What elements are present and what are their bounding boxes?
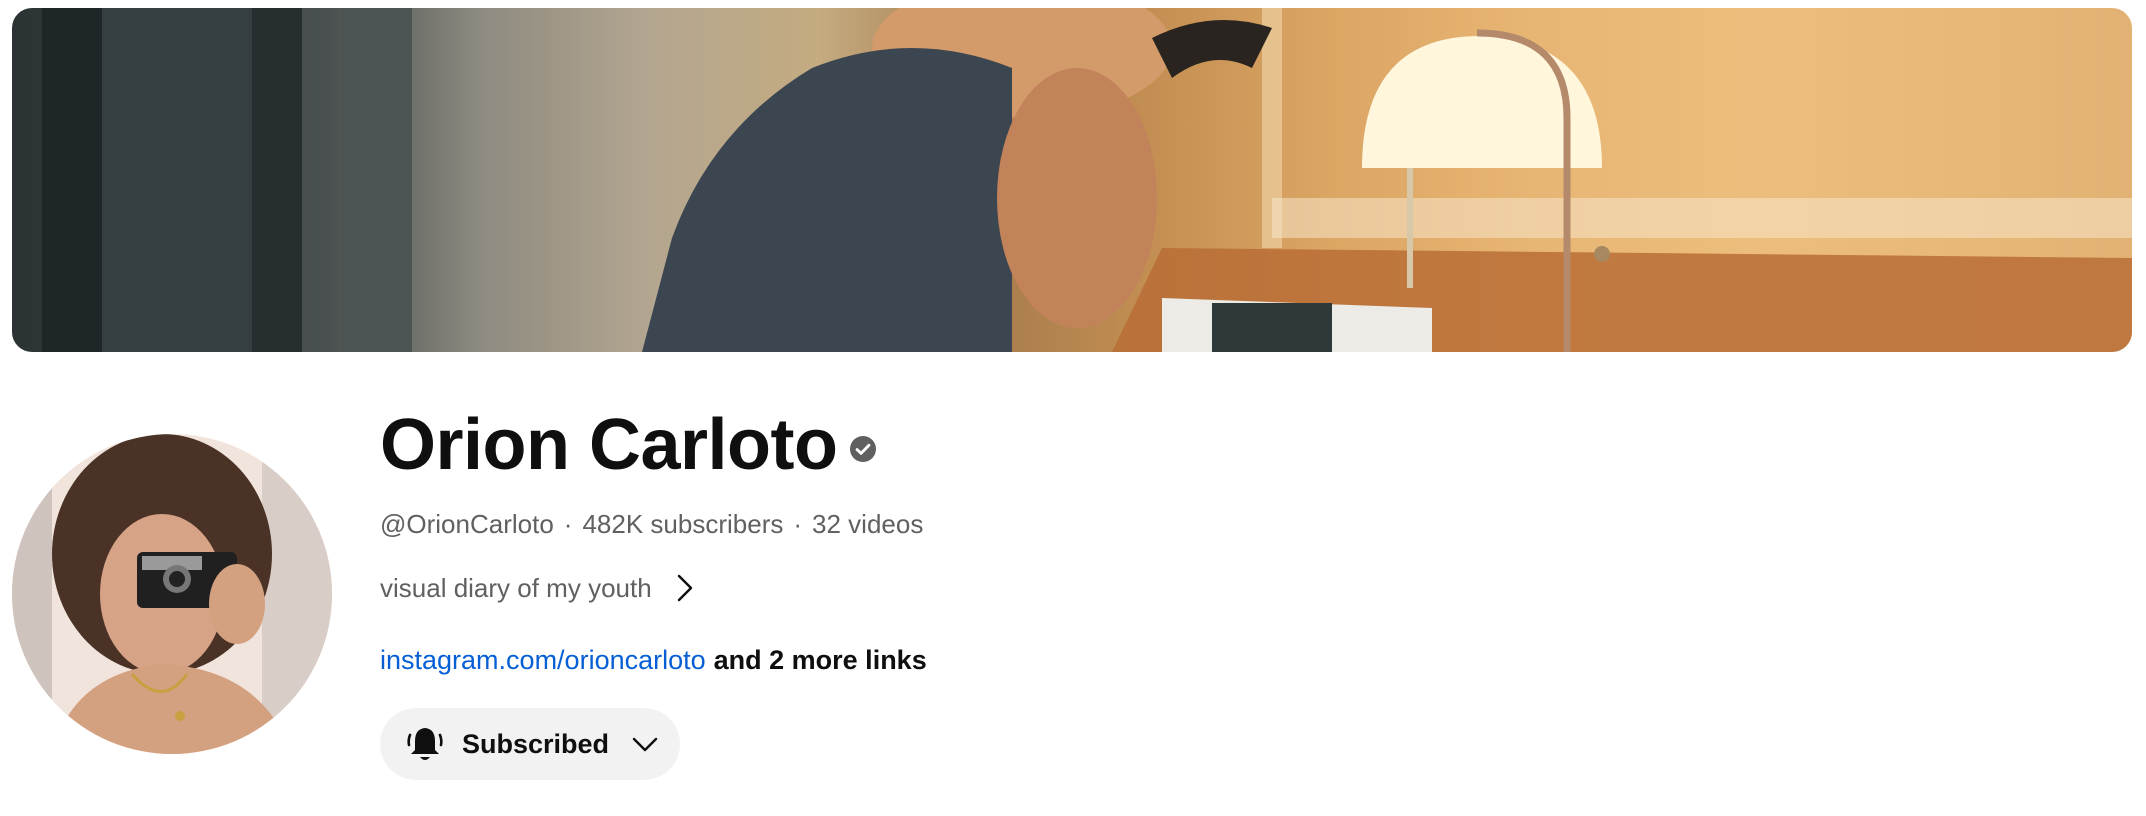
video-count: 32 videos xyxy=(812,509,924,539)
channel-links: instagram.com/orioncarloto and 2 more lin… xyxy=(380,642,927,678)
subscribed-label: Subscribed xyxy=(462,728,610,759)
meta-separator: · xyxy=(563,509,573,539)
channel-banner xyxy=(12,8,2132,352)
avatar-photo xyxy=(12,434,332,754)
verified-check-icon xyxy=(849,436,876,462)
chevron-right-icon xyxy=(677,574,692,602)
channel-title-row: Orion Carloto xyxy=(380,400,876,490)
subscriber-count: 482K subscribers xyxy=(582,509,784,539)
instagram-link[interactable]: instagram.com/orioncarloto xyxy=(380,645,706,675)
more-links-button[interactable]: and 2 more links xyxy=(714,645,927,675)
banner-artwork xyxy=(42,8,2132,352)
bell-icon xyxy=(407,728,443,760)
description-text: visual diary of my youth xyxy=(380,573,652,603)
channel-description[interactable]: visual diary of my youth xyxy=(380,570,696,606)
chevron-down-icon xyxy=(632,737,658,752)
channel-avatar[interactable] xyxy=(12,434,332,754)
channel-meta: @OrionCarloto · 482K subscribers · 32 videos xyxy=(380,506,923,542)
channel-handle: @OrionCarloto xyxy=(380,509,554,539)
meta-separator: · xyxy=(793,509,803,539)
subscribed-button[interactable]: Subscribed xyxy=(380,708,680,780)
channel-name: Orion Carloto xyxy=(380,405,838,485)
